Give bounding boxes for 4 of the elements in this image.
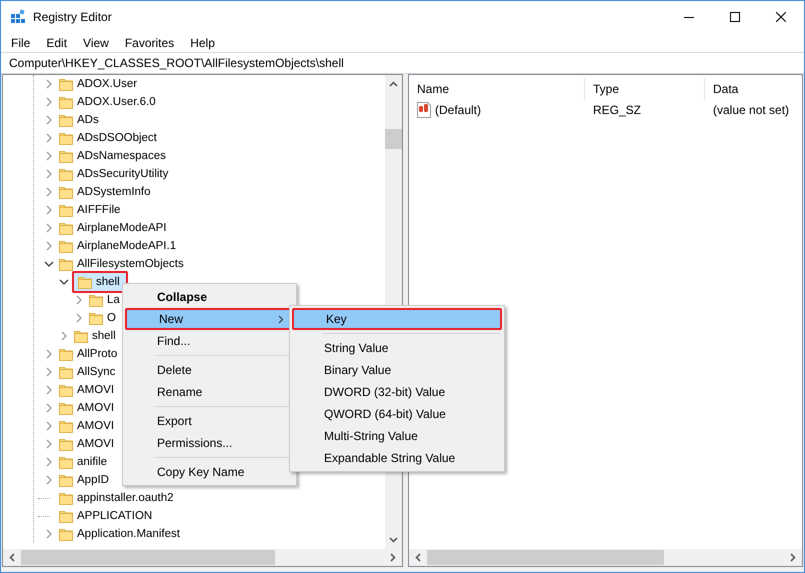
table-cell-text: REG_SZ: [592, 103, 642, 117]
table-cell-text: (value not set): [712, 103, 790, 117]
table-cell: (Default): [435, 103, 482, 117]
window-title: Registry Editor: [33, 10, 112, 24]
